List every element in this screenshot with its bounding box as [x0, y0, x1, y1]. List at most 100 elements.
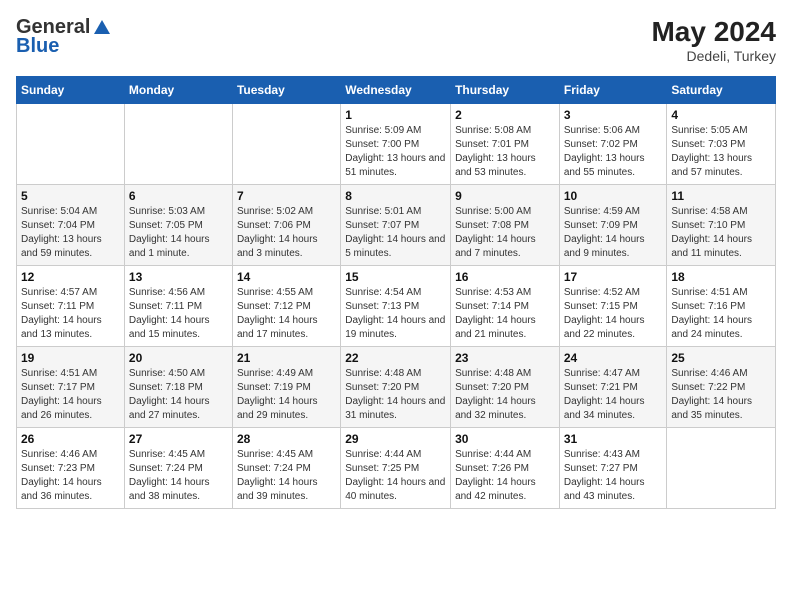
- day-number: 7: [237, 189, 336, 203]
- logo: General Blue: [16, 16, 112, 58]
- day-info: Sunrise: 5:00 AMSunset: 7:08 PMDaylight:…: [455, 205, 555, 261]
- weekday-header-wednesday: Wednesday: [341, 77, 451, 104]
- weekday-header-row: SundayMondayTuesdayWednesdayThursdayFrid…: [17, 77, 776, 104]
- calendar-cell: 6 Sunrise: 5:03 AMSunset: 7:05 PMDaylight…: [124, 185, 232, 266]
- day-info: Sunrise: 5:01 AMSunset: 7:07 PMDaylight:…: [345, 205, 446, 261]
- day-number: 29: [345, 432, 446, 446]
- day-info: Sunrise: 4:53 AMSunset: 7:14 PMDaylight:…: [455, 286, 555, 342]
- day-info: Sunrise: 5:03 AMSunset: 7:05 PMDaylight:…: [129, 205, 228, 261]
- day-info: Sunrise: 4:55 AMSunset: 7:12 PMDaylight:…: [237, 286, 336, 342]
- calendar-cell: [17, 104, 125, 185]
- calendar-cell: 16Sunrise: 4:53 AMSunset: 7:14 PMDayligh…: [451, 266, 560, 347]
- day-number: 17: [564, 270, 663, 284]
- day-number: 31: [564, 432, 663, 446]
- day-number: 27: [129, 432, 228, 446]
- day-info: Sunrise: 5:09 AMSunset: 7:00 PMDaylight:…: [345, 124, 446, 180]
- calendar-cell: 31 Sunrise: 4:43 AMSunset: 7:27 PMDayligh…: [559, 428, 667, 509]
- page-header: General Blue May 2024 Dedeli, Turkey: [16, 16, 776, 64]
- day-info: Sunrise: 4:47 AMSunset: 7:21 PMDaylight:…: [564, 367, 663, 423]
- calendar-cell: [667, 428, 776, 509]
- calendar-cell: 20Sunrise: 4:50 AMSunset: 7:18 PMDayligh…: [124, 347, 232, 428]
- calendar-cell: 4 Sunrise: 5:05 AMSunset: 7:03 PMDaylight…: [667, 104, 776, 185]
- weekday-header-saturday: Saturday: [667, 77, 776, 104]
- day-number: 25: [671, 351, 771, 365]
- calendar-cell: 24 Sunrise: 4:47 AMSunset: 7:21 PMDayligh…: [559, 347, 667, 428]
- day-info: Sunrise: 5:05 AMSunset: 7:03 PMDaylight:…: [671, 124, 771, 180]
- day-info: Sunrise: 4:45 AMSunset: 7:24 PMDaylight:…: [237, 448, 336, 504]
- calendar-cell: 2Sunrise: 5:08 AMSunset: 7:01 PMDaylight…: [451, 104, 560, 185]
- calendar-cell: 27 Sunrise: 4:45 AMSunset: 7:24 PMDayligh…: [124, 428, 232, 509]
- day-number: 19: [21, 351, 120, 365]
- calendar-cell: 23 Sunrise: 4:48 AMSunset: 7:20 PMDayligh…: [451, 347, 560, 428]
- calendar-cell: 13 Sunrise: 4:56 AMSunset: 7:11 PMDayligh…: [124, 266, 232, 347]
- day-info: Sunrise: 4:48 AMSunset: 7:20 PMDaylight:…: [455, 367, 555, 423]
- calendar-cell: 30 Sunrise: 4:44 AMSunset: 7:26 PMDayligh…: [451, 428, 560, 509]
- calendar-cell: 21 Sunrise: 4:49 AMSunset: 7:19 PMDayligh…: [232, 347, 340, 428]
- calendar-week-row: 19 Sunrise: 4:51 AMSunset: 7:17 PMDayligh…: [17, 347, 776, 428]
- calendar-cell: 3Sunrise: 5:06 AMSunset: 7:02 PMDaylight…: [559, 104, 667, 185]
- weekday-header-tuesday: Tuesday: [232, 77, 340, 104]
- day-number: 5: [21, 189, 120, 203]
- calendar-cell: 5 Sunrise: 5:04 AMSunset: 7:04 PMDaylight…: [17, 185, 125, 266]
- day-info: Sunrise: 5:02 AMSunset: 7:06 PMDaylight:…: [237, 205, 336, 261]
- calendar-table: SundayMondayTuesdayWednesdayThursdayFrid…: [16, 76, 776, 509]
- day-info: Sunrise: 4:54 AMSunset: 7:13 PMDaylight:…: [345, 286, 446, 342]
- calendar-cell: 8 Sunrise: 5:01 AMSunset: 7:07 PMDaylight…: [341, 185, 451, 266]
- day-number: 26: [21, 432, 120, 446]
- day-info: Sunrise: 4:48 AMSunset: 7:20 PMDaylight:…: [345, 367, 446, 423]
- logo-blue-text: Blue: [16, 35, 112, 58]
- day-number: 23: [455, 351, 555, 365]
- calendar-cell: 25 Sunrise: 4:46 AMSunset: 7:22 PMDayligh…: [667, 347, 776, 428]
- day-info: Sunrise: 4:52 AMSunset: 7:15 PMDaylight:…: [564, 286, 663, 342]
- day-info: Sunrise: 4:50 AMSunset: 7:18 PMDaylight:…: [129, 367, 228, 423]
- month-title: May 2024: [651, 16, 776, 48]
- day-info: Sunrise: 5:08 AMSunset: 7:01 PMDaylight:…: [455, 124, 555, 180]
- title-area: May 2024 Dedeli, Turkey: [651, 16, 776, 64]
- day-info: Sunrise: 4:46 AMSunset: 7:22 PMDaylight:…: [671, 367, 771, 423]
- day-number: 24: [564, 351, 663, 365]
- calendar-cell: 10 Sunrise: 4:59 AMSunset: 7:09 PMDayligh…: [559, 185, 667, 266]
- day-info: Sunrise: 4:59 AMSunset: 7:09 PMDaylight:…: [564, 205, 663, 261]
- calendar-cell: 22 Sunrise: 4:48 AMSunset: 7:20 PMDayligh…: [341, 347, 451, 428]
- day-info: Sunrise: 4:43 AMSunset: 7:27 PMDaylight:…: [564, 448, 663, 504]
- location-subtitle: Dedeli, Turkey: [651, 48, 776, 64]
- day-info: Sunrise: 4:57 AMSunset: 7:11 PMDaylight:…: [21, 286, 120, 342]
- calendar-week-row: 1Sunrise: 5:09 AMSunset: 7:00 PMDaylight…: [17, 104, 776, 185]
- day-number: 22: [345, 351, 446, 365]
- day-number: 6: [129, 189, 228, 203]
- day-info: Sunrise: 4:44 AMSunset: 7:26 PMDaylight:…: [455, 448, 555, 504]
- calendar-cell: 19 Sunrise: 4:51 AMSunset: 7:17 PMDayligh…: [17, 347, 125, 428]
- day-number: 30: [455, 432, 555, 446]
- day-info: Sunrise: 4:56 AMSunset: 7:11 PMDaylight:…: [129, 286, 228, 342]
- day-info: Sunrise: 4:51 AMSunset: 7:16 PMDaylight:…: [671, 286, 771, 342]
- day-number: 21: [237, 351, 336, 365]
- calendar-cell: 28Sunrise: 4:45 AMSunset: 7:24 PMDayligh…: [232, 428, 340, 509]
- calendar-cell: 7 Sunrise: 5:02 AMSunset: 7:06 PMDaylight…: [232, 185, 340, 266]
- calendar-cell: 17 Sunrise: 4:52 AMSunset: 7:15 PMDayligh…: [559, 266, 667, 347]
- weekday-header-friday: Friday: [559, 77, 667, 104]
- day-info: Sunrise: 5:06 AMSunset: 7:02 PMDaylight:…: [564, 124, 663, 180]
- day-info: Sunrise: 4:58 AMSunset: 7:10 PMDaylight:…: [671, 205, 771, 261]
- day-info: Sunrise: 4:51 AMSunset: 7:17 PMDaylight:…: [21, 367, 120, 423]
- day-number: 4: [671, 108, 771, 122]
- weekday-header-monday: Monday: [124, 77, 232, 104]
- calendar-cell: 18 Sunrise: 4:51 AMSunset: 7:16 PMDayligh…: [667, 266, 776, 347]
- day-info: Sunrise: 5:04 AMSunset: 7:04 PMDaylight:…: [21, 205, 120, 261]
- day-number: 9: [455, 189, 555, 203]
- day-number: 14: [237, 270, 336, 284]
- day-number: 10: [564, 189, 663, 203]
- day-info: Sunrise: 4:49 AMSunset: 7:19 PMDaylight:…: [237, 367, 336, 423]
- day-number: 18: [671, 270, 771, 284]
- calendar-cell: 11Sunrise: 4:58 AMSunset: 7:10 PMDayligh…: [667, 185, 776, 266]
- calendar-cell: 26Sunrise: 4:46 AMSunset: 7:23 PMDayligh…: [17, 428, 125, 509]
- day-number: 8: [345, 189, 446, 203]
- calendar-week-row: 12Sunrise: 4:57 AMSunset: 7:11 PMDayligh…: [17, 266, 776, 347]
- calendar-cell: 1Sunrise: 5:09 AMSunset: 7:00 PMDaylight…: [341, 104, 451, 185]
- calendar-cell: 14 Sunrise: 4:55 AMSunset: 7:12 PMDayligh…: [232, 266, 340, 347]
- day-info: Sunrise: 4:44 AMSunset: 7:25 PMDaylight:…: [345, 448, 446, 504]
- day-info: Sunrise: 4:45 AMSunset: 7:24 PMDaylight:…: [129, 448, 228, 504]
- calendar-cell: 15Sunrise: 4:54 AMSunset: 7:13 PMDayligh…: [341, 266, 451, 347]
- calendar-cell: [232, 104, 340, 185]
- day-number: 13: [129, 270, 228, 284]
- calendar-cell: 12Sunrise: 4:57 AMSunset: 7:11 PMDayligh…: [17, 266, 125, 347]
